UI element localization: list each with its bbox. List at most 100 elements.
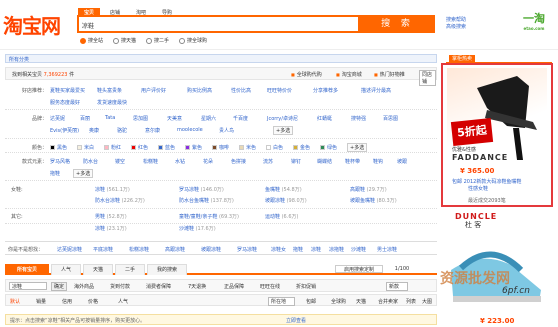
attr-value[interactable]: 搜特强 (351, 115, 366, 122)
search-input[interactable]: 凉鞋 (77, 15, 360, 33)
suggestion-link[interactable]: 罗马凉鞋 (237, 246, 257, 253)
tab-tmall[interactable]: 天猫 (83, 264, 113, 275)
suggestion-link[interactable]: 凉拖鞋 (329, 246, 344, 253)
section-link[interactable]: 凉鞋 (561.1万) (95, 186, 130, 193)
tab-my-search[interactable]: 我的搜索 (147, 264, 187, 275)
attr-value[interactable]: 粉红 (104, 144, 121, 151)
attr-value[interactable]: 鞋头富贵条 (97, 87, 122, 94)
attr-value[interactable]: 发货速度最快 (97, 99, 127, 106)
section-link[interactable]: 沙滩鞋 (17.6万) (179, 225, 216, 232)
filter-check-genuine[interactable]: 正品保障 (224, 283, 244, 290)
attr-value[interactable]: 米色 (239, 144, 256, 151)
suggestion-link[interactable]: 坡跟凉鞋 (201, 246, 221, 253)
suggestion-link[interactable]: 达芙妮凉鞋 (57, 246, 82, 253)
attr-value[interactable]: 夏鞋买家最爱买 (50, 87, 85, 94)
attr-value[interactable]: 奥康 (89, 127, 99, 134)
attr-value[interactable]: 鞋钩 (373, 158, 383, 165)
attr-value[interactable]: 性价比高 (231, 87, 251, 94)
global-link[interactable]: 全球购代购 (291, 71, 322, 78)
attr-value[interactable]: 蝴蝶结 (317, 158, 332, 165)
sort-credit[interactable]: 信用 (62, 298, 72, 305)
attr-value[interactable]: 紫色 (185, 144, 202, 151)
section-link[interactable]: 凉鞋 (23.1万) (95, 225, 127, 232)
etao-ad[interactable]: 一淘 etao.com (523, 13, 545, 34)
check-tmall[interactable]: 天猫 (356, 298, 366, 305)
attr-value[interactable]: 服务态度最好 (50, 99, 80, 106)
advanced-search-link[interactable]: 高级搜索 (446, 24, 466, 31)
tab-all-items[interactable]: 所有宝贝 (5, 264, 49, 275)
view-grid[interactable]: 大图 (422, 298, 432, 305)
search-help-link[interactable]: 搜索帮助 (446, 17, 466, 24)
attr-value[interactable]: 贵人鸟 (219, 127, 234, 134)
search-button[interactable]: 搜 索 (360, 15, 435, 33)
section-link[interactable]: 高跟鞋 (29.7万) (350, 186, 387, 193)
suggestion-link[interactable]: 高跟凉鞋 (165, 246, 185, 253)
scope-global[interactable]: 搜全球购 (179, 37, 207, 44)
scope-tmall[interactable]: 搜天猫 (113, 37, 136, 44)
attr-value[interactable]: 红蜻蜓 (317, 115, 332, 122)
section-link[interactable]: 童鞋/童鞋/亲子鞋 (69.3万) (179, 213, 239, 220)
attr-value[interactable]: 色拼接 (231, 158, 246, 165)
filter-check-online[interactable]: 旺旺在线 (260, 283, 280, 290)
section-link[interactable]: 男鞋 (52.8万) (95, 213, 127, 220)
check-free-ship[interactable]: 包邮 (306, 298, 316, 305)
attr-value[interactable]: 流苏 (263, 158, 273, 165)
check-global[interactable]: 全球购 (331, 298, 346, 305)
attr-value[interactable]: 铆钉 (291, 158, 301, 165)
attr-value[interactable]: 坡跟 (397, 158, 407, 165)
attr-value[interactable]: 绿色 (320, 144, 337, 151)
attr-value[interactable]: 意尔康 (145, 127, 160, 134)
suggestion-link[interactable]: 沙滩鞋 (351, 246, 366, 253)
attr-value[interactable]: 拖鞋 (50, 170, 60, 177)
suggestion-link[interactable]: 松糕凉鞋 (129, 246, 149, 253)
attr-value[interactable]: 用户评价好 (141, 87, 166, 94)
sort-sales[interactable]: 销量 (36, 298, 46, 305)
section-link[interactable]: 鱼嘴鞋 (54.8万) (265, 186, 302, 193)
filter-check-protect[interactable]: 消费者保障 (146, 283, 171, 290)
scope-used[interactable]: 搜二手 (146, 37, 169, 44)
filter-input[interactable]: 凉鞋 (9, 282, 47, 290)
attr-value[interactable]: 描述评分最高 (361, 87, 391, 94)
attr-value[interactable]: 千百度 (233, 115, 248, 122)
attr-value[interactable]: 水钻 (175, 158, 185, 165)
view-list[interactable]: 列表 (406, 298, 416, 305)
sort-default[interactable]: 默认 (10, 298, 20, 305)
multi-select-button[interactable]: +多选 (73, 169, 94, 178)
suggestion-link[interactable]: 拖鞋 (293, 246, 303, 253)
taobao-logo[interactable]: 淘宝网 (3, 10, 61, 39)
attr-value[interactable]: 星期六 (201, 115, 216, 122)
all-categories-link[interactable]: 所有分类 (9, 56, 29, 63)
attr-value[interactable]: Evis(伊芙丽) (50, 127, 79, 134)
attr-value[interactable]: 黑色 (50, 144, 67, 151)
attr-value[interactable]: 咖啡 (212, 144, 229, 151)
attr-value[interactable]: 骆驼 (117, 127, 127, 134)
tab-used[interactable]: 二手 (115, 264, 145, 275)
filter-check-discount[interactable]: 折扣促销 (296, 283, 316, 290)
location-select[interactable]: 所在地 (268, 297, 296, 306)
attr-value[interactable]: 百思图 (383, 115, 398, 122)
suggestion-link[interactable]: 凉鞋女 (271, 246, 286, 253)
attr-value[interactable]: 百丽 (80, 115, 90, 122)
attr-value[interactable]: 红色 (131, 144, 148, 151)
attr-value[interactable]: 思加图 (133, 115, 148, 122)
mall-link[interactable]: 淘宝商城 (336, 71, 362, 78)
attr-value[interactable]: Tata (105, 115, 115, 121)
section-link[interactable]: 罗马凉鞋 (146.0万) (179, 186, 224, 193)
filter-check-overseas[interactable]: 海外商品 (74, 283, 94, 290)
attr-value[interactable]: 购买比例高 (187, 87, 212, 94)
attr-value[interactable]: 镂空 (115, 158, 125, 165)
check-merge[interactable]: 合并卖家 (378, 298, 398, 305)
attr-value[interactable]: 达芙妮 (50, 115, 65, 122)
suggestion-link[interactable]: 男士凉鞋 (377, 246, 397, 253)
attr-value[interactable]: 旺旺特价价 (267, 87, 292, 94)
custom-search-toggle[interactable]: 启用搜索定制 (335, 265, 383, 273)
attr-value[interactable]: Jcorry/卓诗尼 (267, 115, 298, 122)
scope-all[interactable]: 搜全站 (80, 37, 103, 44)
attr-value[interactable]: 罗马风格 (50, 158, 70, 165)
attr-value[interactable]: 米白 (77, 144, 94, 151)
attr-value[interactable]: 分享推荐多 (313, 87, 338, 94)
section-link[interactable]: 运动鞋 (6.6万) (265, 213, 298, 220)
attr-value[interactable]: 天美意 (167, 115, 182, 122)
filter-check-cod[interactable]: 货到付款 (110, 283, 130, 290)
multi-select-button[interactable]: +多选 (347, 143, 368, 152)
